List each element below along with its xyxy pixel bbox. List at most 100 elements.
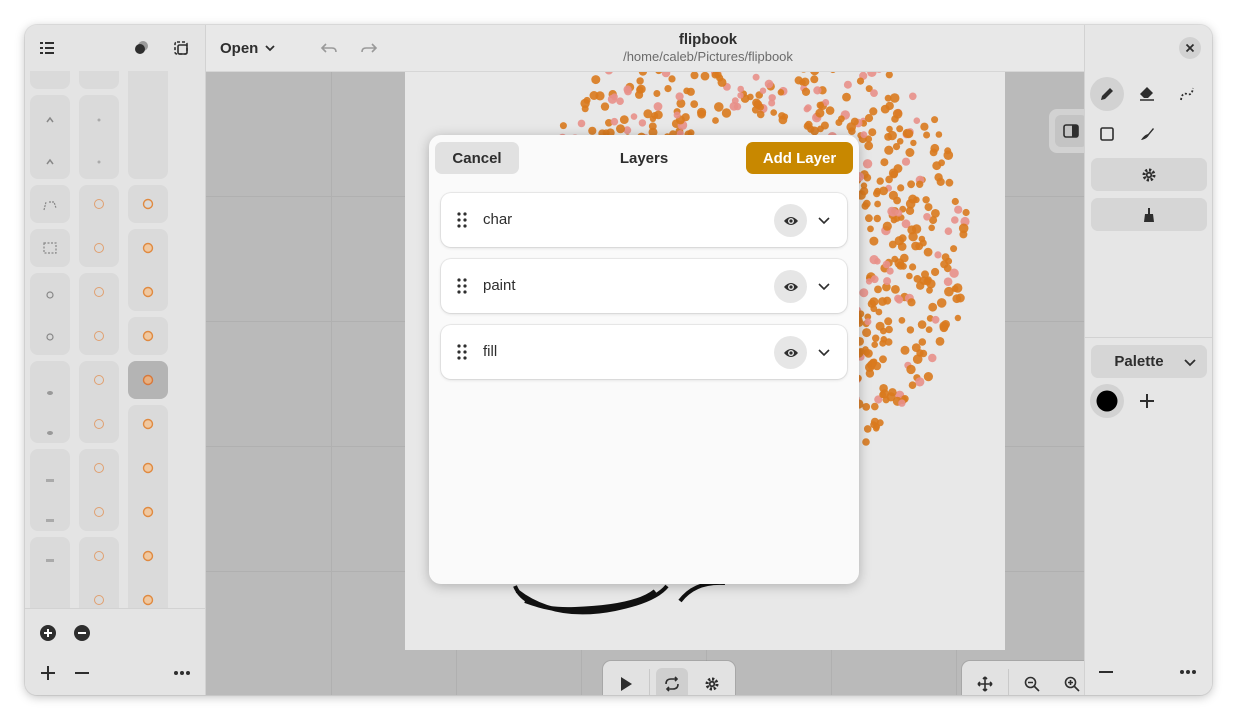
paint-dot <box>810 75 819 84</box>
more-icon[interactable] <box>166 657 198 689</box>
add-color-icon[interactable] <box>1130 384 1164 418</box>
frame-cell[interactable] <box>30 449 70 531</box>
color-swatch[interactable] <box>1090 384 1124 418</box>
layer-name: fill <box>483 343 498 360</box>
paint-dot <box>869 107 878 116</box>
visibility-toggle[interactable] <box>774 204 807 237</box>
palette-dropdown[interactable]: Palette <box>1091 345 1207 378</box>
frame-cell[interactable] <box>79 537 119 608</box>
paint-dot <box>653 102 663 111</box>
add-circle-icon[interactable] <box>32 617 64 649</box>
visibility-toggle[interactable] <box>774 270 807 303</box>
move-icon[interactable] <box>969 668 1001 695</box>
toggle-sidebar-button[interactable] <box>1049 109 1084 153</box>
paint-dot <box>862 159 873 169</box>
plus-icon[interactable] <box>32 657 64 689</box>
redo-icon[interactable] <box>353 32 385 64</box>
onion-skin-icon[interactable] <box>125 32 157 64</box>
paint-dot <box>912 354 923 365</box>
paint-dot <box>931 267 940 277</box>
visibility-toggle[interactable] <box>774 336 807 369</box>
frame-thumbnail <box>92 285 106 297</box>
paint-dot <box>870 89 878 97</box>
layer-row-paint[interactable]: paint <box>441 259 847 313</box>
layer-row-char[interactable]: char <box>441 193 847 247</box>
paint-dot <box>737 85 744 93</box>
drag-handle-icon[interactable] <box>455 277 469 295</box>
frame-cell[interactable] <box>128 185 168 223</box>
tools-panel: Palette <box>1084 25 1212 695</box>
frame-cell[interactable] <box>79 361 119 443</box>
paint-dot <box>874 200 881 208</box>
frame-cell[interactable] <box>30 95 70 179</box>
frame-thumbnail <box>141 197 155 210</box>
chevron-down-icon[interactable] <box>815 211 833 229</box>
frame-cell[interactable] <box>128 229 168 311</box>
paint-dot <box>752 98 761 108</box>
paint-dot <box>958 223 969 234</box>
brush-icon[interactable] <box>1130 117 1164 151</box>
frame-cell[interactable] <box>30 361 70 443</box>
frame-cell[interactable] <box>79 273 119 355</box>
paint-dot <box>943 277 953 286</box>
frame-cell[interactable] <box>79 449 119 531</box>
paint-dot <box>770 109 777 116</box>
chevron-down-icon[interactable] <box>815 277 833 295</box>
remove-circle-icon[interactable] <box>66 617 98 649</box>
frame-thumbnail <box>141 505 155 518</box>
frame-cell[interactable] <box>30 229 70 267</box>
list-icon[interactable] <box>31 32 63 64</box>
settings-icon[interactable] <box>696 668 728 695</box>
frame-cell[interactable] <box>128 71 168 179</box>
paint-dot <box>884 94 892 102</box>
layer-row-fill[interactable]: fill <box>441 325 847 379</box>
zoom-out-icon[interactable] <box>1016 668 1048 695</box>
paint-dot <box>879 355 887 364</box>
close-button[interactable] <box>1174 32 1206 64</box>
dotted-line-icon[interactable] <box>1170 77 1204 111</box>
frame-thumbnail <box>92 505 106 517</box>
clear-button[interactable] <box>1091 198 1207 231</box>
selection-icon[interactable] <box>165 32 197 64</box>
eraser-icon[interactable] <box>1130 77 1164 111</box>
layers-dialog: Cancel Layers Add Layer char paint fill <box>429 135 859 584</box>
pencil-icon[interactable] <box>1090 77 1124 111</box>
drag-handle-icon[interactable] <box>455 343 469 361</box>
minus-icon[interactable] <box>1090 656 1122 688</box>
paint-dot <box>931 116 939 124</box>
paint-dot <box>935 131 943 138</box>
more-icon[interactable] <box>1172 656 1204 688</box>
paint-dot <box>908 194 918 204</box>
frame-thumbnail <box>94 153 104 164</box>
frame-cell[interactable] <box>79 185 119 267</box>
paint-dot <box>690 71 699 80</box>
add-layer-button[interactable]: Add Layer <box>746 142 853 174</box>
frame-cell[interactable] <box>128 317 168 355</box>
tool-settings-button[interactable] <box>1091 158 1207 191</box>
paint-dot <box>673 111 681 119</box>
play-icon[interactable] <box>610 668 642 695</box>
paint-dot <box>894 258 905 268</box>
minus-icon[interactable] <box>66 657 98 689</box>
open-label: Open <box>220 39 259 57</box>
frames-list[interactable] <box>25 71 205 608</box>
paint-dot <box>929 148 938 157</box>
rectangle-icon[interactable] <box>1090 117 1124 151</box>
frame-cell-selected[interactable] <box>128 361 168 399</box>
paint-dot <box>737 92 744 99</box>
drag-handle-icon[interactable] <box>455 211 469 229</box>
undo-icon[interactable] <box>313 32 345 64</box>
paint-dot <box>945 178 954 187</box>
frame-cell[interactable] <box>30 71 70 89</box>
chevron-down-icon[interactable] <box>815 343 833 361</box>
frame-cell[interactable] <box>79 95 119 179</box>
frame-cell[interactable] <box>30 537 70 608</box>
frame-cell[interactable] <box>30 273 70 355</box>
zoom-in-icon[interactable] <box>1056 668 1084 695</box>
loop-icon[interactable] <box>656 668 688 695</box>
frame-cell[interactable] <box>128 405 168 608</box>
frame-cell[interactable] <box>30 185 70 223</box>
cancel-button[interactable]: Cancel <box>435 142 519 174</box>
frame-cell[interactable] <box>79 71 119 89</box>
open-button[interactable]: Open <box>214 34 282 62</box>
